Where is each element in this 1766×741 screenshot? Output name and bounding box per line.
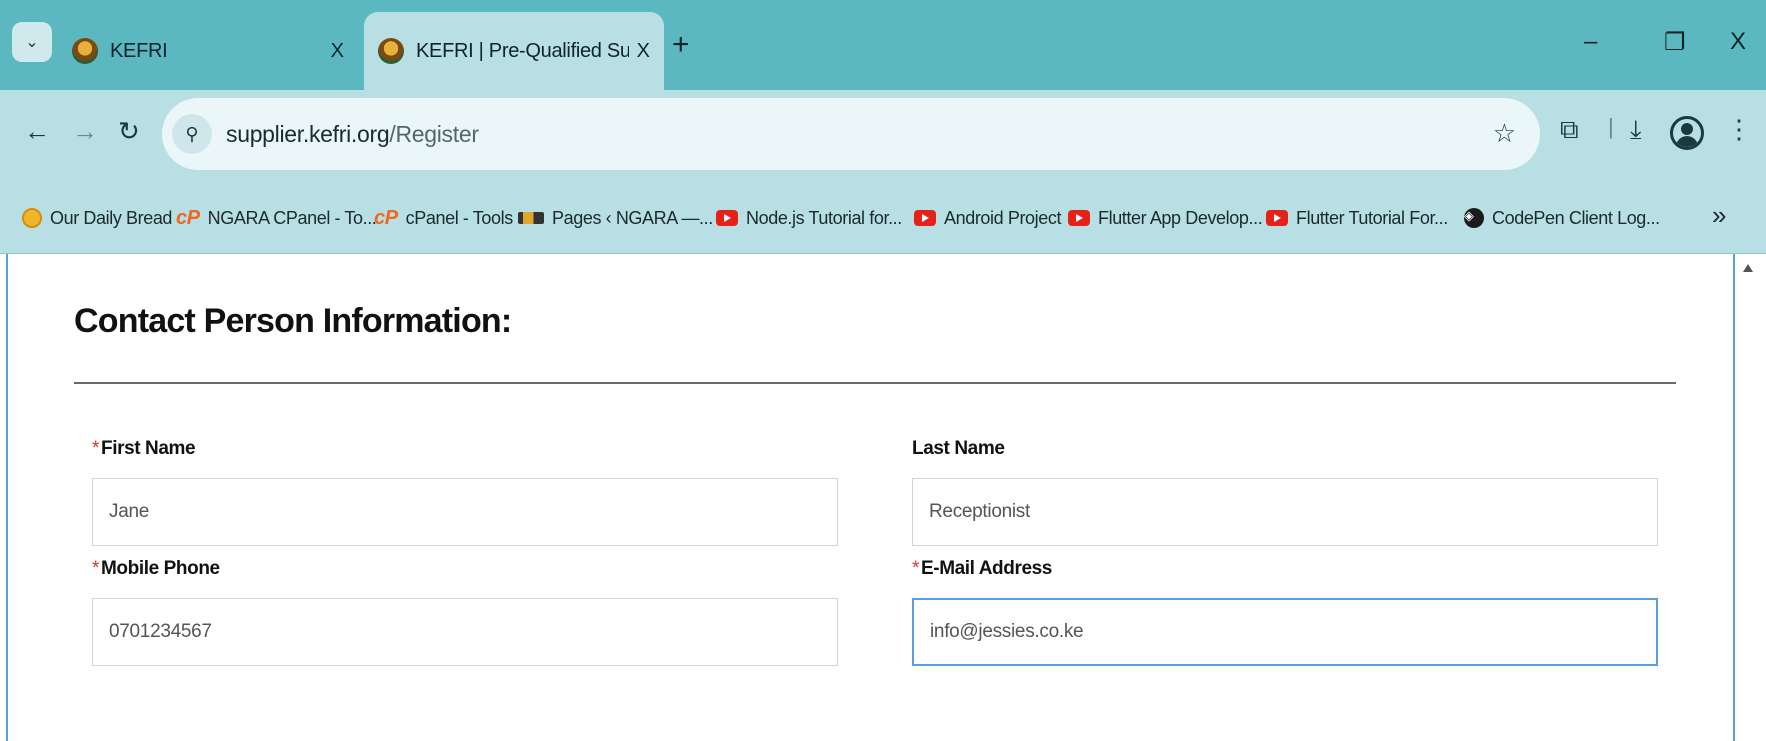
bookmark-codepen-client[interactable]: ◈ CodePen Client Log...: [1464, 204, 1660, 232]
bookmark-ngara-cpanel[interactable]: cP NGARA CPanel - To...: [176, 204, 377, 232]
bookmark-pages-ngara[interactable]: Pages ‹ NGARA —...: [518, 204, 713, 232]
bookmark-label: Pages ‹ NGARA —...: [552, 207, 713, 228]
youtube-icon: [1266, 210, 1288, 226]
bookmark-label: Our Daily Bread: [50, 207, 173, 228]
bookmark-flutter-tutorial[interactable]: Flutter Tutorial For...: [1266, 204, 1448, 232]
bookmarks-bar: Our Daily Bread cP NGARA CPanel - To... …: [0, 182, 1766, 254]
mobile-phone-field[interactable]: [92, 598, 838, 666]
first-name-field[interactable]: [92, 478, 838, 546]
tab-kefri[interactable]: KEFRI X: [58, 12, 358, 90]
cpanel-icon: cP: [176, 206, 200, 229]
required-marker: *: [912, 558, 919, 579]
bookmark-label: Flutter Tutorial For...: [1296, 207, 1448, 228]
back-arrow-icon[interactable]: ←: [24, 116, 50, 147]
page-content: Contact Person Information: * First Name …: [0, 254, 1766, 741]
address-bar[interactable]: ⚲ supplier.kefri.org/Register ☆: [162, 98, 1540, 170]
minimize-button[interactable]: –: [1584, 28, 1597, 56]
bookmark-label: Node.js Tutorial for...: [746, 207, 902, 228]
required-marker: *: [92, 558, 99, 579]
first-name-label: * First Name: [92, 438, 196, 460]
required-marker: *: [92, 438, 99, 459]
kefri-favicon-icon: [72, 38, 98, 64]
tab-strip: ⌄ KEFRI X KEFRI | Pre-Qualified Supplier…: [0, 0, 1766, 90]
ngara-icon: [518, 212, 544, 224]
new-tab-button[interactable]: +: [672, 28, 690, 62]
forward-arrow-icon[interactable]: →: [72, 116, 98, 147]
email-label-text: E-Mail Address: [921, 558, 1052, 579]
email-field[interactable]: [912, 598, 1658, 666]
tab-close-icon[interactable]: X: [637, 40, 650, 63]
bookmark-android-project[interactable]: Android Project: [914, 204, 1061, 232]
email-label: * E-Mail Address: [912, 558, 1052, 580]
page-left-border: [6, 254, 8, 741]
browser-toolbar: ← → ↻ ⚲ supplier.kefri.org/Register ☆ ⧉ …: [0, 90, 1766, 182]
scroll-up-arrow-icon[interactable]: [1743, 264, 1753, 272]
toolbar-separator: |: [1608, 114, 1614, 139]
bookmark-star-icon[interactable]: ☆: [1493, 118, 1516, 149]
bookmark-label: Android Project: [944, 207, 1062, 228]
bookmark-label: Flutter App Develop...: [1098, 207, 1263, 228]
youtube-icon: [914, 210, 936, 226]
tab-title: KEFRI | Pre-Qualified Supplier A: [416, 39, 629, 62]
bread-icon: [22, 208, 42, 228]
vertical-scrollbar[interactable]: [1733, 254, 1761, 741]
bookmark-label: cPanel - Tools: [405, 207, 514, 228]
close-window-button[interactable]: X: [1730, 28, 1746, 56]
url-host: supplier.kefri.org: [226, 120, 390, 147]
tab-search-chevron-icon[interactable]: ⌄: [12, 22, 52, 62]
section-title: Contact Person Information:: [74, 302, 512, 340]
url-path: /Register: [389, 120, 479, 147]
last-name-label: Last Name: [912, 438, 1005, 460]
tab-supplier-register[interactable]: KEFRI | Pre-Qualified Supplier A X: [364, 12, 664, 90]
last-name-field[interactable]: [912, 478, 1658, 546]
youtube-icon: [1068, 210, 1090, 226]
mobile-phone-label-text: Mobile Phone: [101, 558, 220, 579]
bookmark-our-daily-bread[interactable]: Our Daily Bread: [22, 204, 172, 232]
section-divider: [74, 382, 1676, 384]
browser-menu-icon[interactable]: ⋮: [1726, 114, 1752, 145]
last-name-label-text: Last Name: [912, 438, 1005, 459]
youtube-icon: [716, 210, 738, 226]
bookmarks-overflow-chevron-icon[interactable]: »: [1712, 200, 1726, 231]
bookmark-label: NGARA CPanel - To...: [207, 207, 377, 228]
profile-avatar-icon[interactable]: [1670, 116, 1704, 150]
bookmark-flutter-app-develop[interactable]: Flutter App Develop...: [1068, 204, 1263, 232]
codepen-icon: ◈: [1464, 208, 1484, 228]
restore-button[interactable]: ❐: [1664, 28, 1686, 57]
bookmark-label: CodePen Client Log...: [1492, 207, 1660, 228]
reload-icon[interactable]: ↻: [118, 116, 140, 147]
download-icon[interactable]: ⤓: [1630, 114, 1642, 146]
mobile-phone-label: * Mobile Phone: [92, 558, 220, 580]
cpanel-icon: cP: [374, 206, 398, 229]
tab-close-icon[interactable]: X: [331, 40, 344, 63]
url-text[interactable]: supplier.kefri.org/Register: [226, 121, 479, 148]
site-info-icon[interactable]: ⚲: [172, 114, 212, 154]
bookmark-cpanel-tools[interactable]: cP cPanel - Tools: [374, 204, 513, 232]
extensions-puzzle-icon[interactable]: ⧉: [1560, 114, 1579, 146]
tab-title: KEFRI: [110, 39, 168, 62]
first-name-label-text: First Name: [101, 438, 196, 459]
bookmark-nodejs-tutorial[interactable]: Node.js Tutorial for...: [716, 204, 902, 232]
kefri-favicon-icon: [378, 38, 404, 64]
